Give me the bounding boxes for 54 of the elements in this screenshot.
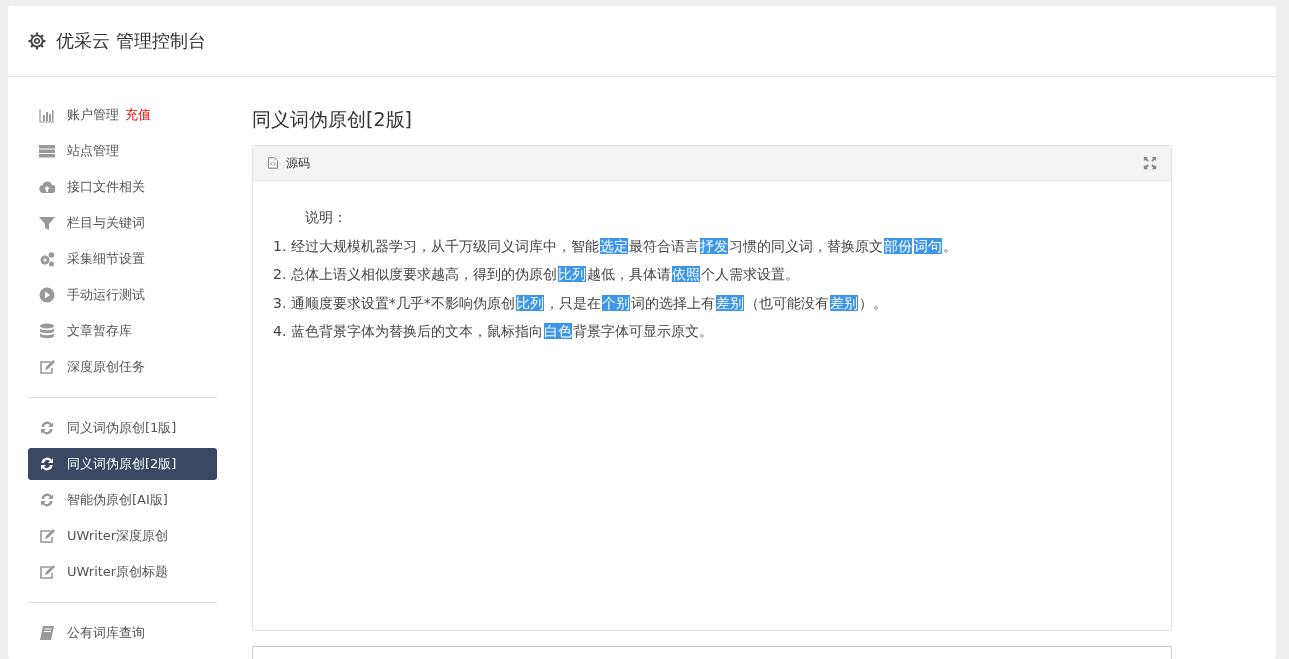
edit-icon	[39, 359, 55, 375]
sidebar-item[interactable]: 深度原创任务	[28, 351, 217, 383]
cloud-upload-icon	[39, 179, 55, 195]
panel-title: 源码	[286, 154, 310, 172]
item-label: 账户管理	[67, 106, 119, 124]
console-title: 优采云 管理控制台	[56, 29, 206, 53]
sidebar-item[interactable]: 文章暂存库	[28, 315, 217, 347]
item-label: 采集细节设置	[67, 250, 145, 268]
edit-icon	[39, 528, 55, 544]
database-icon	[39, 323, 55, 339]
sidebar-item[interactable]: 同义词伪原创[1版]	[28, 412, 217, 444]
note-line: 4. 蓝色背景字体为替换后的文本，鼠标指向 白色背景字体可显示原文。	[273, 322, 714, 341]
item-label: 文章暂存库	[67, 322, 132, 340]
gears-icon	[39, 251, 55, 267]
refresh-icon	[39, 420, 55, 436]
item-label: 手动运行测试	[67, 286, 145, 304]
bar-chart-icon	[39, 107, 55, 123]
item-label: 接口文件相关	[67, 178, 145, 196]
notes-heading: 说明：	[304, 208, 348, 227]
item-label: 同义词伪原创[1版]	[67, 419, 177, 437]
note-line: 1. 经过大规模机器学习，从千万级同义词库中，智能选定最符合语言抒发习惯的同义词，替换原文部份词句。	[273, 236, 958, 256]
filter-icon	[39, 215, 55, 231]
sidebar-item[interactable]: 站点管理	[28, 135, 217, 167]
refresh-icon	[39, 456, 55, 472]
sidebar-item[interactable]: 接口文件相关	[28, 171, 217, 203]
sidebar-item[interactable]: 账户管理 充值	[28, 99, 217, 131]
note-line: 3. 通顺度要求设置*几乎*不影响伪原创 比列，只是在个别词的选择上有差别（也可能没有差别）。	[273, 293, 888, 313]
item-label: UWriter深度原创	[67, 527, 169, 545]
sidebar-item[interactable]: 手动运行测试	[28, 279, 217, 311]
settings-icon	[28, 32, 46, 50]
item-label: 公有词库查询	[67, 624, 145, 642]
page-title: 同义词伪原创[2版]	[252, 107, 413, 132]
item-label: 栏目与关键词	[67, 214, 145, 232]
sidebar-item[interactable]: 公有词库查询	[28, 617, 217, 649]
refresh-icon	[39, 492, 55, 508]
sidebar-item[interactable]: 栏目与关键词	[28, 207, 217, 239]
sidebar-item[interactable]: 智能伪原创[AI版]	[28, 484, 217, 516]
play-icon	[39, 287, 55, 303]
item-label: UWriter原创标题	[67, 563, 169, 581]
sidebar-item[interactable]: UWriter原创标题	[28, 556, 217, 588]
sidebar-item[interactable]: 同义词伪原创[2版]	[28, 448, 217, 480]
book-icon	[39, 625, 55, 641]
note-line: 2. 总体上语义相似度要求越高，得到的伪原创 比列越低，具体请依照个人需求设置。	[273, 265, 800, 284]
item-label: 深度原创任务	[67, 358, 145, 376]
expand-icon	[1143, 156, 1157, 170]
code-file-icon	[267, 156, 279, 170]
sidebar-item[interactable]: 采集细节设置	[28, 243, 217, 275]
item-label: 同义词伪原创[2版]	[67, 455, 177, 473]
item-label: 站点管理	[67, 142, 119, 160]
sidebar-item[interactable]: UWriter深度原创	[28, 520, 217, 552]
edit-icon	[39, 564, 55, 580]
item-label: 智能伪原创[AI版]	[67, 491, 168, 509]
server-icon	[39, 143, 55, 159]
recharge-link[interactable]: 充值	[125, 106, 151, 124]
